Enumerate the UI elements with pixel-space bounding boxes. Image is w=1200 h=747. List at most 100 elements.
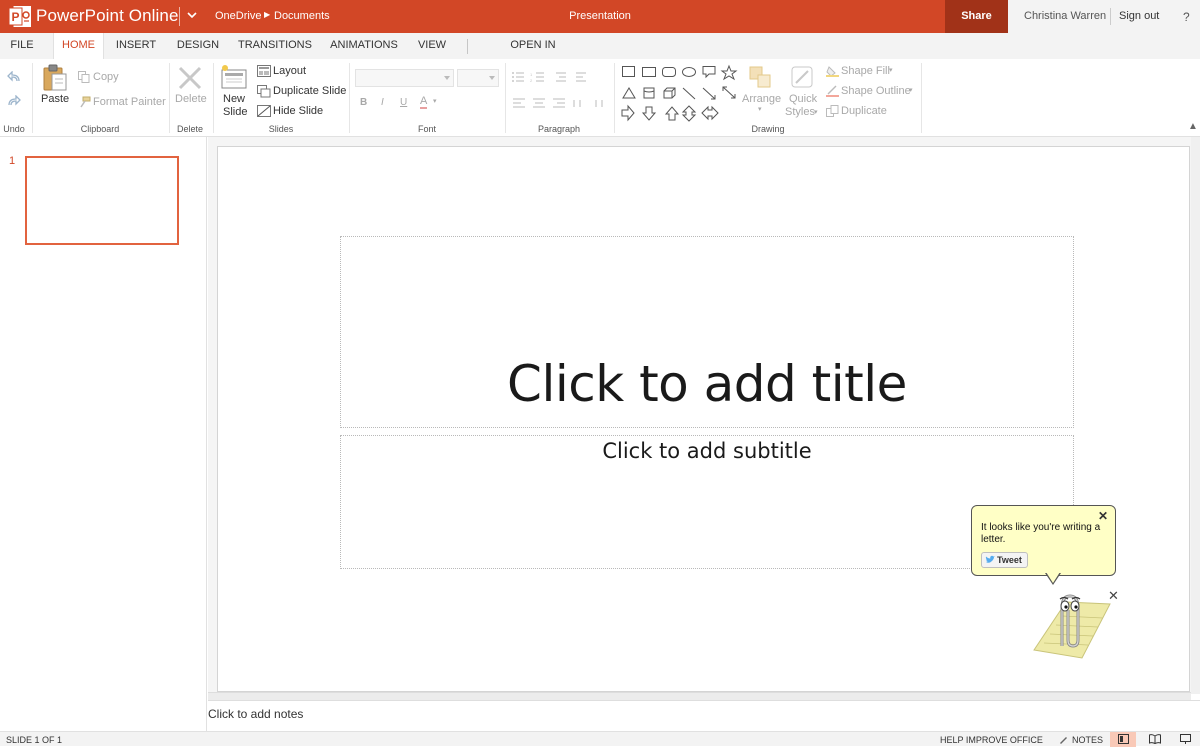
layout-icon[interactable] xyxy=(257,65,271,77)
svg-text:1: 1 xyxy=(530,72,533,77)
tab-divider xyxy=(467,39,468,54)
breadcrumb-documents[interactable]: Documents xyxy=(274,10,330,22)
format-painter-label[interactable]: Format Painter xyxy=(93,96,166,108)
shape-outline-label[interactable]: Shape Outline xyxy=(841,85,911,97)
slide-thumbnail[interactable] xyxy=(25,156,179,245)
help-improve-office-link[interactable]: HELP IMPROVE OFFICE xyxy=(940,735,1043,745)
tab-insert[interactable]: INSERT xyxy=(108,33,164,59)
layout-label[interactable]: Layout xyxy=(273,65,306,77)
tab-transitions[interactable]: TRANSITIONS xyxy=(232,33,318,59)
powerpoint-logo-icon[interactable]: P xyxy=(9,6,31,27)
arrange-label[interactable]: Arrange xyxy=(742,93,781,105)
arrange-dropdown-icon[interactable]: ▾ xyxy=(758,105,762,113)
undo-icon[interactable] xyxy=(7,71,21,83)
notes-pane[interactable]: Click to add notes xyxy=(208,700,1200,731)
shape-outline-dropdown-icon[interactable]: ▾ xyxy=(909,86,913,94)
hide-slide-label[interactable]: Hide Slide xyxy=(273,105,323,117)
slideshow-view-button[interactable] xyxy=(1172,732,1198,747)
tab-open-in-powerpoint[interactable]: OPEN IN POWERPOINT xyxy=(472,33,594,76)
user-name[interactable]: Christina Warren xyxy=(1024,10,1106,22)
group-divider xyxy=(614,63,615,133)
tab-animations[interactable]: ANIMATIONS xyxy=(324,33,404,59)
app-name[interactable]: PowerPoint Online xyxy=(36,6,179,26)
tweet-button[interactable]: Tweet xyxy=(981,552,1028,568)
chevron-down-icon[interactable] xyxy=(186,9,198,21)
shape-fill-icon[interactable] xyxy=(826,65,839,77)
vertical-scrollbar[interactable] xyxy=(1191,137,1200,694)
reading-view-button[interactable] xyxy=(1142,732,1168,747)
duplicate-label[interactable]: Duplicate xyxy=(841,105,887,117)
font-color-button[interactable]: A xyxy=(420,96,428,109)
horizontal-scrollbar[interactable] xyxy=(208,692,1191,700)
quick-styles-label-line1[interactable]: Quick xyxy=(789,93,817,105)
font-size-select[interactable] xyxy=(457,69,499,87)
paste-label[interactable]: Paste xyxy=(41,93,69,105)
italic-button[interactable]: I xyxy=(381,97,384,108)
tab-home[interactable]: HOME xyxy=(53,33,104,59)
breadcrumb-onedrive[interactable]: OneDrive xyxy=(215,10,261,22)
twitter-bird-icon xyxy=(985,555,995,563)
list-buttons-icon[interactable]: 12 xyxy=(512,71,592,83)
reading-view-icon xyxy=(1149,734,1161,744)
help-button[interactable]: ? xyxy=(1183,10,1190,24)
tab-file[interactable]: FILE xyxy=(0,33,44,59)
alignment-buttons-icon[interactable] xyxy=(512,97,608,109)
copy-icon[interactable] xyxy=(78,71,90,83)
document-title[interactable]: Presentation xyxy=(540,10,660,22)
tab-design[interactable]: DESIGN xyxy=(170,33,226,59)
group-divider xyxy=(349,63,350,133)
subtitle-placeholder-text[interactable]: Click to add subtitle xyxy=(340,439,1074,463)
tweet-label: Tweet xyxy=(997,555,1022,565)
title-placeholder-text[interactable]: Click to add title xyxy=(340,355,1074,413)
svg-text:P: P xyxy=(12,10,20,24)
delete-label[interactable]: Delete xyxy=(175,93,207,105)
collapse-ribbon-icon[interactable]: ▲ xyxy=(1188,121,1198,132)
paste-icon[interactable] xyxy=(42,64,68,92)
duplicate-slide-icon[interactable] xyxy=(257,85,271,98)
underline-button[interactable]: U xyxy=(400,97,407,108)
copy-label[interactable]: Copy xyxy=(93,71,119,83)
share-button[interactable]: Share xyxy=(945,0,1008,33)
shape-fill-dropdown-icon[interactable]: ▾ xyxy=(889,66,893,74)
tab-view[interactable]: VIEW xyxy=(410,33,454,59)
drawing-group-label: Drawing xyxy=(751,124,785,134)
slide-number: 1 xyxy=(9,155,16,167)
title-bar: P PowerPoint Online OneDrive ▶ Documents… xyxy=(0,0,1200,33)
normal-view-button[interactable] xyxy=(1110,732,1136,747)
new-slide-label-line1[interactable]: New xyxy=(223,93,245,105)
shapes-gallery[interactable] xyxy=(620,64,740,124)
arrange-icon[interactable] xyxy=(748,65,774,91)
sign-out-link[interactable]: Sign out xyxy=(1119,10,1159,22)
new-slide-label-line2[interactable]: Slide xyxy=(223,106,247,118)
paragraph-group-label: Paragraph xyxy=(537,124,581,134)
breadcrumb-separator-icon: ▶ xyxy=(264,10,271,19)
bold-button[interactable]: B xyxy=(360,97,367,108)
svg-text:2: 2 xyxy=(530,78,533,83)
quick-styles-icon[interactable] xyxy=(790,65,816,91)
ribbon-tabs: FILE HOME INSERT DESIGN TRANSITIONS ANIM… xyxy=(0,33,1200,76)
quick-styles-dropdown-icon[interactable]: ▾ xyxy=(814,108,818,116)
font-color-dropdown-icon[interactable]: ▾ xyxy=(433,97,437,105)
hide-slide-icon[interactable] xyxy=(257,105,271,117)
notes-placeholder[interactable]: Click to add notes xyxy=(208,707,303,721)
notes-toggle[interactable]: NOTES xyxy=(1072,735,1103,745)
quick-styles-label-line2[interactable]: Styles xyxy=(785,106,815,118)
duplicate-shape-icon[interactable] xyxy=(826,105,839,117)
close-icon[interactable]: ✕ xyxy=(1098,509,1108,523)
new-slide-icon[interactable] xyxy=(221,64,247,90)
chevron-down-icon xyxy=(444,76,450,80)
duplicate-slide-label[interactable]: Duplicate Slide xyxy=(273,85,346,97)
slide-counter: SLIDE 1 OF 1 xyxy=(6,735,63,745)
shape-outline-icon[interactable] xyxy=(826,85,839,97)
user-divider xyxy=(1110,8,1111,25)
shape-fill-label[interactable]: Shape Fill xyxy=(841,65,890,77)
group-divider xyxy=(32,63,33,133)
delete-slide-icon[interactable] xyxy=(178,66,202,90)
font-name-select[interactable] xyxy=(355,69,454,87)
redo-icon[interactable] xyxy=(7,95,21,107)
group-divider xyxy=(505,63,506,133)
notes-icon[interactable] xyxy=(1059,735,1068,744)
clippy-assistant-icon[interactable] xyxy=(1030,588,1114,660)
format-painter-icon[interactable] xyxy=(78,96,91,108)
undo-group-label: Undo xyxy=(3,124,25,134)
